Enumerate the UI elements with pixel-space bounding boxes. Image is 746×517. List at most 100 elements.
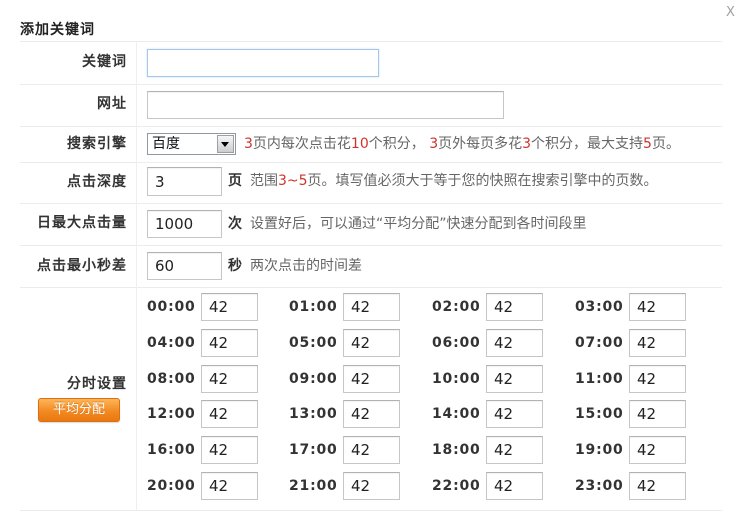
time-slot-label: 19:00 bbox=[575, 442, 624, 458]
min-click-interval-hint: 两次点击的时间差 bbox=[250, 252, 362, 280]
daily-max-clicks-unit: 次 bbox=[228, 216, 242, 232]
time-slot-1800: 18:00 bbox=[432, 436, 543, 464]
time-slot-label: 15:00 bbox=[575, 406, 624, 422]
time-slot-clicks-input[interactable] bbox=[486, 400, 543, 428]
time-slot-label: 10:00 bbox=[432, 371, 481, 387]
time-slot-clicks-input[interactable] bbox=[343, 365, 400, 393]
dropdown-button[interactable] bbox=[217, 135, 234, 153]
time-slot-1700: 17:00 bbox=[289, 436, 400, 464]
time-slot-label: 16:00 bbox=[147, 442, 196, 458]
hint-text: 个积分，最大支持 bbox=[531, 136, 644, 152]
time-slot-clicks-input[interactable] bbox=[201, 329, 258, 357]
time-slot-1600: 16:00 bbox=[147, 436, 258, 464]
search-engine-hint: 3页内每次点击花10个积分， 3页外每页多花3个积分，最大支持5页。 bbox=[244, 133, 680, 155]
search-engine-label: 搜索引擎 bbox=[67, 136, 127, 152]
daily-max-clicks-hint: 设置好后，可以通过“平均分配”快速分配到各时间段里 bbox=[250, 210, 587, 238]
time-slot-clicks-input[interactable] bbox=[343, 436, 400, 464]
time-slot-1300: 13:00 bbox=[289, 400, 400, 428]
click-depth-hint: 范围3~5页。填写值必须大于等于您的快照在搜索引擎中的页数。 bbox=[250, 167, 658, 196]
keyword-input[interactable] bbox=[147, 49, 379, 77]
time-slot-clicks-input[interactable] bbox=[486, 436, 543, 464]
time-slot-0200: 02:00 bbox=[432, 293, 543, 321]
time-slot-clicks-input[interactable] bbox=[343, 472, 400, 500]
time-slot-0000: 00:00 bbox=[147, 293, 258, 321]
url-label: 网址 bbox=[97, 96, 127, 112]
time-slot-clicks-input[interactable] bbox=[201, 436, 258, 464]
daily-max-clicks-input[interactable] bbox=[147, 210, 222, 238]
time-slot-label: 23:00 bbox=[575, 478, 624, 494]
time-slot-label: 09:00 bbox=[289, 371, 338, 387]
hint-text: 个积分， bbox=[368, 136, 430, 152]
time-slot-0900: 09:00 bbox=[289, 365, 400, 393]
click-depth-input[interactable] bbox=[147, 167, 222, 196]
time-slot-clicks-input[interactable] bbox=[629, 472, 686, 500]
time-slot-2100: 21:00 bbox=[289, 472, 400, 500]
close-icon[interactable]: X bbox=[726, 5, 735, 21]
time-slot-2200: 22:00 bbox=[432, 472, 543, 500]
min-click-interval-input[interactable] bbox=[147, 252, 222, 280]
time-slot-0400: 04:00 bbox=[147, 329, 258, 357]
time-slot-0300: 03:00 bbox=[575, 293, 686, 321]
time-slot-1900: 19:00 bbox=[575, 436, 686, 464]
url-input[interactable] bbox=[147, 91, 504, 119]
chevron-down-icon bbox=[221, 142, 229, 147]
hint-number: 10 bbox=[350, 136, 369, 152]
time-slot-clicks-input[interactable] bbox=[629, 293, 686, 321]
hint-number: 5 bbox=[643, 136, 652, 152]
time-slot-label: 02:00 bbox=[432, 299, 481, 315]
time-slot-0800: 08:00 bbox=[147, 365, 258, 393]
time-slot-1400: 14:00 bbox=[432, 400, 543, 428]
hint-text: 页内每次点击花 bbox=[252, 136, 351, 152]
time-slot-label: 14:00 bbox=[432, 406, 481, 422]
hint-number: 3 bbox=[429, 136, 439, 152]
time-slot-clicks-input[interactable] bbox=[343, 293, 400, 321]
schedule-label: 分时设置 bbox=[67, 376, 127, 392]
dialog-title: 添加关键词 bbox=[20, 22, 95, 38]
time-slot-clicks-input[interactable] bbox=[486, 329, 543, 357]
time-slot-1000: 10:00 bbox=[432, 365, 543, 393]
time-slot-1500: 15:00 bbox=[575, 400, 686, 428]
min-click-interval-unit: 秒 bbox=[228, 258, 242, 274]
time-slot-0600: 06:00 bbox=[432, 329, 543, 357]
time-slot-clicks-input[interactable] bbox=[201, 400, 258, 428]
time-slot-clicks-input[interactable] bbox=[629, 400, 686, 428]
time-slot-clicks-input[interactable] bbox=[486, 365, 543, 393]
time-slot-label: 18:00 bbox=[432, 442, 481, 458]
time-slot-label: 04:00 bbox=[147, 335, 196, 351]
time-slot-label: 22:00 bbox=[432, 478, 481, 494]
time-slot-clicks-input[interactable] bbox=[629, 436, 686, 464]
search-engine-selected-value: 百度 bbox=[152, 136, 180, 152]
time-slot-clicks-input[interactable] bbox=[343, 400, 400, 428]
hint-text: 两次点击的时间差 bbox=[250, 258, 362, 274]
time-slot-clicks-input[interactable] bbox=[486, 293, 543, 321]
time-slot-clicks-input[interactable] bbox=[201, 293, 258, 321]
time-slot-clicks-input[interactable] bbox=[629, 365, 686, 393]
time-slot-clicks-input[interactable] bbox=[629, 329, 686, 357]
hint-text: 页。 bbox=[651, 136, 680, 152]
click-depth-label: 点击深度 bbox=[67, 174, 127, 190]
hint-number: 3 bbox=[244, 136, 253, 152]
time-slot-0100: 01:00 bbox=[289, 293, 400, 321]
time-slot-clicks-input[interactable] bbox=[201, 365, 258, 393]
time-slot-1100: 11:00 bbox=[575, 365, 686, 393]
time-slot-label: 20:00 bbox=[147, 478, 196, 494]
distribute-evenly-button[interactable]: 平均分配 bbox=[38, 398, 120, 422]
keyword-label: 关键词 bbox=[82, 54, 127, 70]
time-slot-clicks-input[interactable] bbox=[486, 472, 543, 500]
add-keyword-dialog: 添加关键词 X 关键词 网址 搜索引擎 百度 3页内每次点击花10个积分， 3页… bbox=[0, 0, 746, 517]
time-slot-label: 06:00 bbox=[432, 335, 481, 351]
hint-text: 页。填写值必须大于等于您的快照在搜索引擎中的页数。 bbox=[307, 173, 658, 189]
hint-text: 范围 bbox=[250, 173, 278, 189]
time-slot-2300: 23:00 bbox=[575, 472, 686, 500]
time-slot-label: 11:00 bbox=[575, 371, 624, 387]
row-divider bbox=[20, 510, 722, 511]
time-slot-label: 07:00 bbox=[575, 335, 624, 351]
time-slot-label: 21:00 bbox=[289, 478, 338, 494]
time-slot-label: 13:00 bbox=[289, 406, 338, 422]
daily-max-clicks-label: 日最大点击量 bbox=[37, 215, 127, 231]
time-slot-label: 03:00 bbox=[575, 299, 624, 315]
time-slot-label: 17:00 bbox=[289, 442, 338, 458]
time-slot-clicks-input[interactable] bbox=[201, 472, 258, 500]
time-slot-clicks-input[interactable] bbox=[343, 329, 400, 357]
search-engine-select[interactable]: 百度 bbox=[147, 133, 236, 155]
